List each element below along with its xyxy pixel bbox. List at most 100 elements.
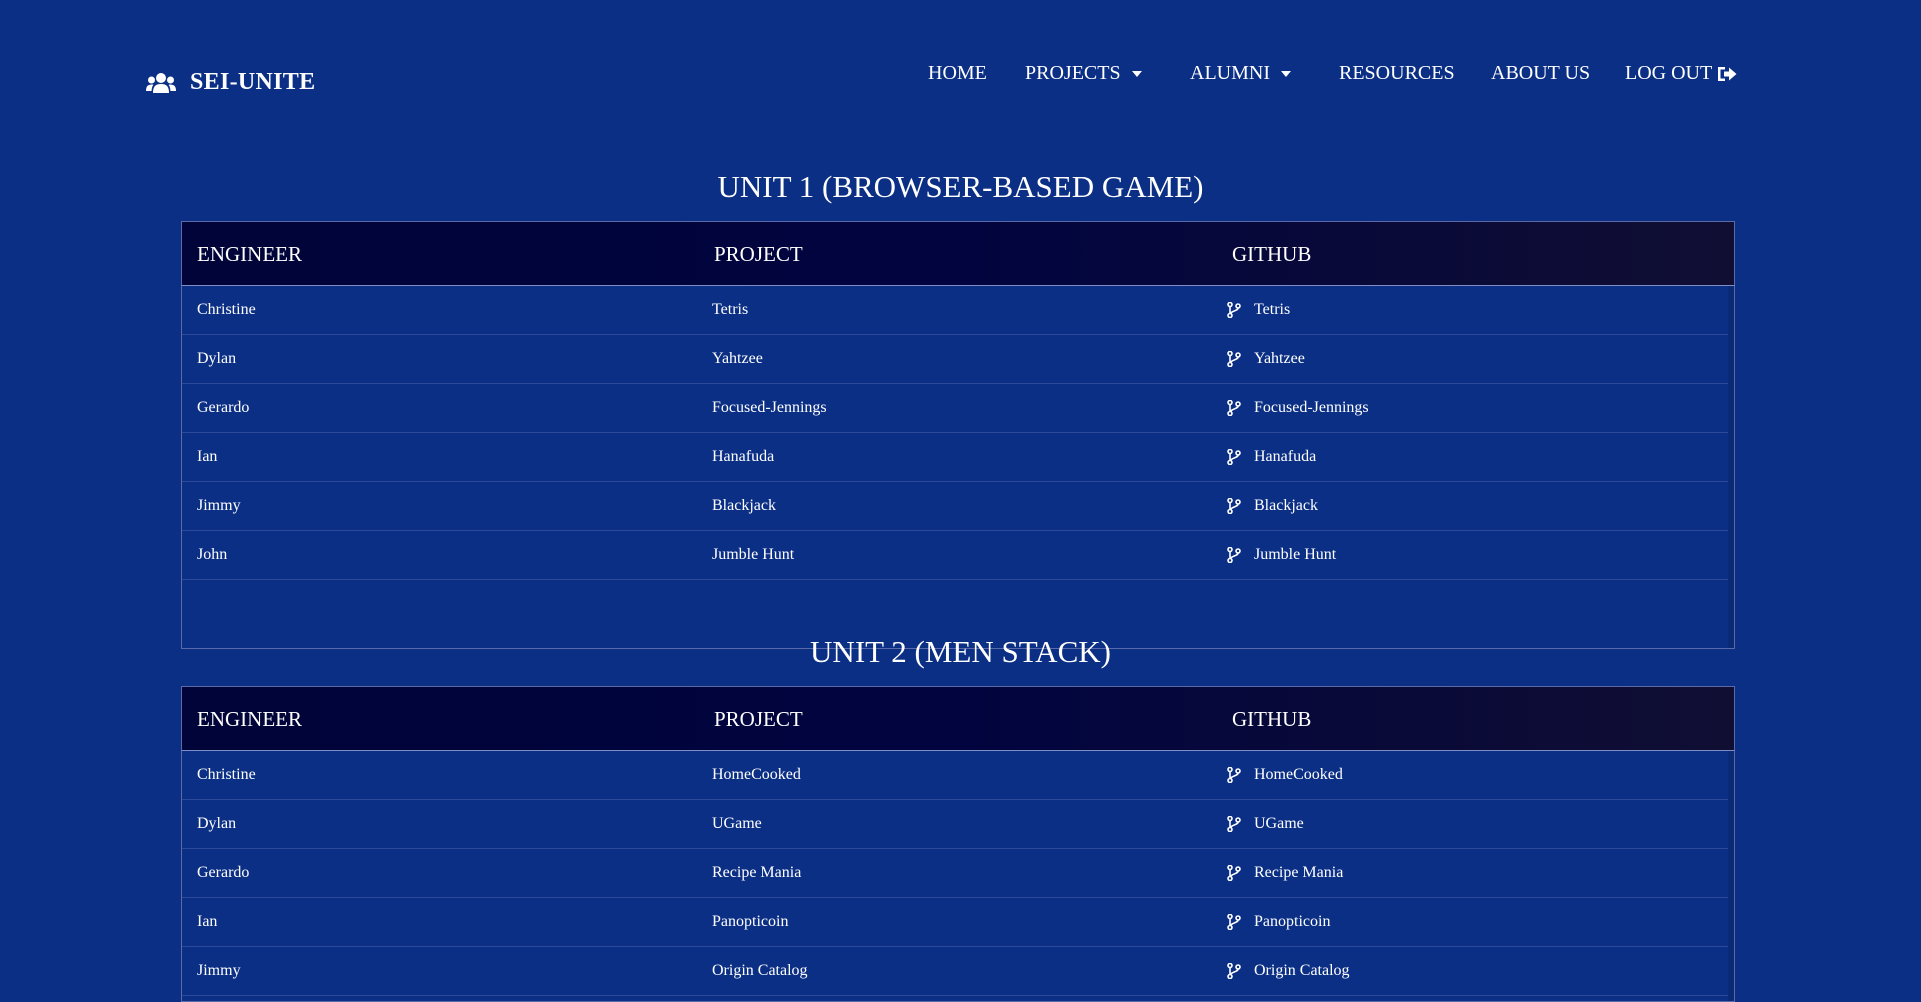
code-branch-icon — [1227, 767, 1241, 783]
table-row: Christine Tetris Tetris — [182, 286, 1728, 335]
engineer-cell: Gerardo — [197, 399, 250, 416]
engineer-cell: Christine — [197, 301, 256, 318]
table-body[interactable]: Christine Tetris Tetris Dylan Yahtzee Ya… — [181, 285, 1735, 649]
engineer-cell: Christine — [197, 766, 256, 783]
table-row: John Jumble Hunt Jumble Hunt — [182, 531, 1728, 580]
project-cell: Panopticoin — [712, 913, 789, 930]
table-row: Christine HomeCooked HomeCooked — [182, 751, 1728, 800]
nav-resources-label: RESOURCES — [1339, 62, 1455, 84]
github-link[interactable]: HomeCooked — [1254, 751, 1343, 799]
chevron-down-icon — [1131, 70, 1142, 77]
table-row: Jimmy Origin Catalog Origin Catalog — [182, 947, 1728, 996]
project-cell: Focused-Jennings — [712, 399, 827, 416]
code-branch-icon — [1227, 865, 1241, 881]
github-cell[interactable]: Focused-Jennings — [1227, 384, 1369, 432]
header-github: GITHUB — [1232, 242, 1312, 266]
header-engineer: ENGINEER — [197, 242, 302, 266]
github-cell[interactable]: Origin Catalog — [1227, 947, 1350, 995]
project-cell: Jumble Hunt — [712, 546, 795, 563]
navbar: SEI-UNITE HOME PROJECTS ALUMNI RESOURCES… — [0, 0, 1921, 150]
code-branch-icon — [1227, 351, 1241, 367]
github-cell[interactable]: Yahtzee — [1227, 335, 1305, 383]
table-header: ENGINEER PROJECT GITHUB — [181, 686, 1735, 750]
engineer-cell: Ian — [197, 448, 218, 465]
unit-1-title: UNIT 1 (BROWSER-BASED GAME) — [717, 169, 1204, 204]
header-engineer: ENGINEER — [197, 707, 302, 731]
github-link[interactable]: Jumble Hunt — [1254, 531, 1336, 579]
github-link[interactable]: Yahtzee — [1254, 335, 1305, 383]
brand[interactable]: SEI-UNITE — [146, 69, 315, 96]
code-branch-icon — [1227, 914, 1241, 930]
table-row: Gerardo Focused-Jennings Focused-Jenning… — [182, 384, 1728, 433]
table-row: Dylan Yahtzee Yahtzee — [182, 335, 1728, 384]
nav-alumni-label: ALUMNI — [1190, 62, 1270, 84]
github-link[interactable]: Tetris — [1254, 286, 1290, 334]
github-link[interactable]: UGame — [1254, 800, 1304, 848]
unit-2-title: UNIT 2 (MEN STACK) — [810, 634, 1111, 669]
nav-about-label: ABOUT US — [1491, 62, 1591, 84]
nav-projects-dropdown[interactable]: PROJECTS — [1025, 62, 1142, 85]
table-header: ENGINEER PROJECT GITHUB — [181, 221, 1735, 285]
github-link[interactable]: Panopticoin — [1254, 898, 1330, 946]
code-branch-icon — [1227, 547, 1241, 563]
github-cell[interactable]: UGame — [1227, 800, 1304, 848]
project-cell: Hanafuda — [712, 448, 775, 465]
table-row: Jimmy Blackjack Blackjack — [182, 482, 1728, 531]
github-cell[interactable]: Blackjack — [1227, 482, 1318, 530]
code-branch-icon — [1227, 302, 1241, 318]
engineer-cell: John — [197, 546, 228, 563]
nav-logout-label: LOG OUT — [1625, 62, 1713, 84]
table-row: Ian Panopticoin Panopticoin — [182, 898, 1728, 947]
github-cell[interactable]: HomeCooked — [1227, 751, 1343, 799]
engineer-cell: Ian — [197, 913, 218, 930]
table-row: Gerardo Recipe Mania Recipe Mania — [182, 849, 1728, 898]
table-row: Ian Hanafuda Hanafuda — [182, 433, 1728, 482]
header-project: PROJECT — [714, 707, 803, 731]
header-github: GITHUB — [1232, 707, 1312, 731]
table-row: Dylan UGame UGame — [182, 800, 1728, 849]
github-link[interactable]: Blackjack — [1254, 482, 1318, 530]
project-cell: HomeCooked — [712, 766, 801, 783]
code-branch-icon — [1227, 449, 1241, 465]
project-cell: Recipe Mania — [712, 864, 802, 881]
github-cell[interactable]: Jumble Hunt — [1227, 531, 1336, 579]
logout-icon — [1718, 66, 1737, 81]
engineer-cell: Jimmy — [197, 962, 241, 979]
engineer-cell: Dylan — [197, 815, 237, 832]
github-link[interactable]: Recipe Mania — [1254, 849, 1343, 897]
engineer-cell: Gerardo — [197, 864, 250, 881]
header-project: PROJECT — [714, 242, 803, 266]
github-link[interactable]: Focused-Jennings — [1254, 384, 1369, 432]
project-cell: UGame — [712, 815, 762, 832]
chevron-down-icon — [1281, 70, 1291, 77]
code-branch-icon — [1227, 498, 1241, 514]
scrollbar[interactable] — [1728, 286, 1734, 648]
github-cell[interactable]: Tetris — [1227, 286, 1290, 334]
brand-name: SEI-UNITE — [190, 69, 316, 95]
github-cell[interactable]: Recipe Mania — [1227, 849, 1343, 897]
engineer-cell: Dylan — [197, 350, 237, 367]
project-cell: Origin Catalog — [712, 962, 808, 979]
unit-1-table: ENGINEER PROJECT GITHUB Christine Tetris… — [181, 221, 1735, 649]
users-icon — [146, 72, 176, 93]
nav-alumni-dropdown[interactable]: ALUMNI — [1190, 62, 1291, 85]
code-branch-icon — [1227, 963, 1241, 979]
table-body[interactable]: Christine HomeCooked HomeCooked Dylan UG… — [181, 750, 1735, 1002]
nav-home-label: HOME — [928, 62, 987, 84]
nav-logout[interactable]: LOG OUT — [1625, 62, 1737, 85]
nav-projects-label: PROJECTS — [1025, 62, 1121, 84]
github-link[interactable]: Hanafuda — [1254, 433, 1316, 481]
unit-2-table: ENGINEER PROJECT GITHUB Christine HomeCo… — [181, 686, 1735, 1002]
code-branch-icon — [1227, 400, 1241, 416]
github-cell[interactable]: Hanafuda — [1227, 433, 1316, 481]
project-cell: Yahtzee — [712, 350, 763, 367]
project-cell: Blackjack — [712, 497, 776, 514]
nav-resources[interactable]: RESOURCES — [1339, 62, 1455, 85]
scrollbar[interactable] — [1728, 751, 1734, 1001]
project-cell: Tetris — [712, 301, 749, 318]
code-branch-icon — [1227, 816, 1241, 832]
nav-about[interactable]: ABOUT US — [1491, 62, 1590, 85]
nav-home[interactable]: HOME — [928, 62, 987, 85]
github-cell[interactable]: Panopticoin — [1227, 898, 1330, 946]
github-link[interactable]: Origin Catalog — [1254, 947, 1350, 995]
